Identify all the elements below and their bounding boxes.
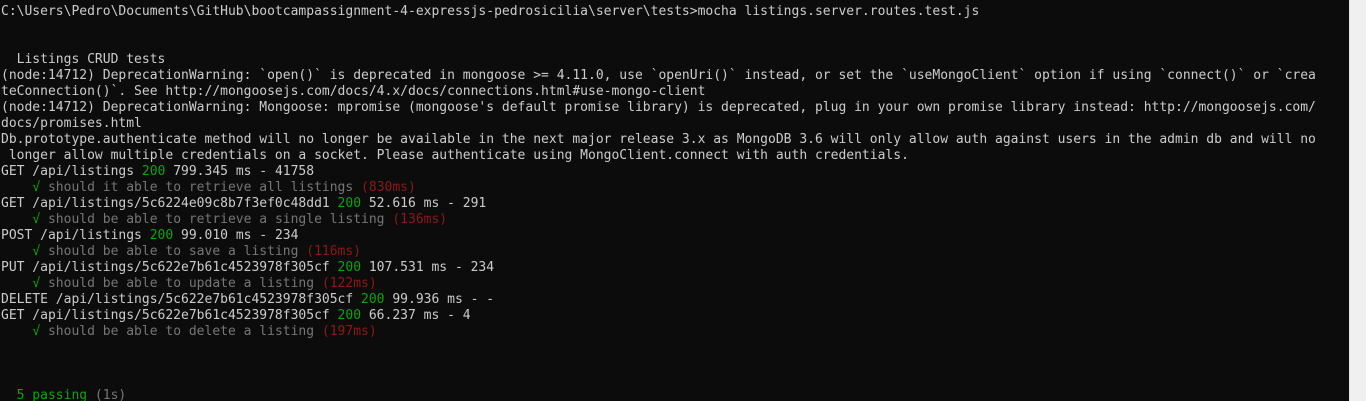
test-result-line: √ should be able to save a listing (116m… [1, 244, 1349, 260]
suite-title: Listings CRUD tests [1, 52, 166, 67]
status-code: 200 [337, 308, 362, 323]
test-result-line: √ should be able to retrieve a single li… [1, 212, 1349, 228]
warning-line: Db.prototype.authenticate method will no… [1, 132, 1316, 147]
test-duration: (116ms) [306, 244, 362, 259]
passing-count: 5 passing [16, 388, 88, 401]
request-log-line: GET /api/listings/5c622e7b61c4523978f305… [1, 308, 471, 323]
request-log-line: GET /api/listings 200 799.345 ms - 41758 [1, 164, 315, 179]
status-code: 200 [361, 292, 385, 307]
warning-line: longer allow multiple credentials on a s… [1, 148, 909, 163]
warning-line: (node:14712) DeprecationWarning: Mongoos… [1, 100, 1316, 115]
status-code: 200 [337, 260, 362, 275]
test-result-line: √ should it able to retrieve all listing… [1, 180, 1349, 196]
status-code: 200 [337, 196, 362, 211]
test-name: should it able to retrieve all listings [40, 180, 362, 195]
check-icon: √ [32, 324, 41, 339]
test-duration: (122ms) [321, 276, 377, 291]
request-log-line: DELETE /api/listings/5c622e7b61c4523978f… [1, 292, 495, 307]
test-name: should be able to delete a listing [40, 324, 322, 339]
request-log-line: POST /api/listings 200 99.010 ms - 234 [1, 228, 299, 243]
terminal-window[interactable]: C:\Users\Pedro\Documents\GitHub\bootcamp… [0, 0, 1349, 401]
command-prompt: C:\Users\Pedro\Documents\GitHub\bootcamp… [1, 4, 980, 19]
warning-line: docs/promises.html [1, 116, 142, 131]
test-duration: (197ms) [321, 324, 377, 339]
status-code: 200 [141, 164, 166, 179]
test-name: should be able to retrieve a single list… [40, 212, 393, 227]
warning-line: (node:14712) DeprecationWarning: `open()… [1, 68, 1316, 83]
check-icon: √ [32, 180, 41, 195]
status-code: 200 [149, 228, 174, 243]
check-icon: √ [32, 244, 41, 259]
request-log-line: PUT /api/listings/5c622e7b61c4523978f305… [1, 260, 495, 275]
check-icon: √ [32, 276, 41, 291]
test-result-line: √ should be able to update a listing (12… [1, 276, 1349, 292]
command-prompt-line: C:\Users\Pedro\Documents\GitHub\bootcamp… [1, 4, 1349, 20]
warning-line: teConnection()`. See http://mongoosejs.c… [1, 84, 706, 99]
summary-line: 5 passing (1s) [1, 388, 1349, 401]
test-result-line: √ should be able to delete a listing (19… [1, 324, 1349, 340]
test-name: should be able to update a listing [40, 276, 322, 291]
test-duration: (136ms) [392, 212, 448, 227]
check-icon: √ [32, 212, 41, 227]
request-log-line: GET /api/listings/5c6224e09c8b7f3ef0c48d… [1, 196, 487, 211]
test-duration: (830ms) [361, 180, 416, 195]
test-name: should be able to save a listing [40, 244, 307, 259]
total-duration: (1s) [87, 388, 127, 401]
vertical-scrollbar[interactable] [1349, 0, 1366, 401]
